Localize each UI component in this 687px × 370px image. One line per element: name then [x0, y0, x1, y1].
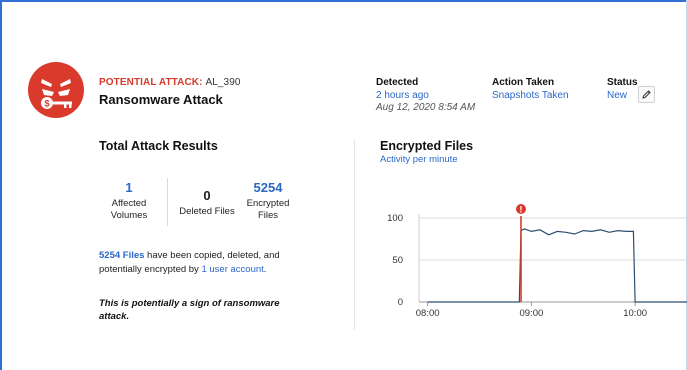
chart-subtitle: Activity per minute [380, 154, 458, 165]
edit-status-button[interactable] [638, 86, 655, 103]
pencil-icon [642, 90, 651, 99]
stat-value: 0 [203, 188, 211, 203]
encrypted-files-chart: 0 50 100 08:00 09:00 10:00! [378, 196, 687, 336]
detected-date: Aug 12, 2020 8:54 AM [376, 102, 476, 113]
series-line [427, 228, 687, 303]
alert-title: Ransomware Attack [99, 92, 223, 107]
status-label: Status [607, 77, 638, 88]
x-tick-label: 10:00 [623, 308, 647, 319]
alert-marker-glyph: ! [519, 205, 522, 216]
detected-label: Detected [376, 77, 419, 88]
summary-end: . [263, 264, 267, 275]
stat-affected-volumes[interactable]: 1 Affected Volumes [102, 180, 156, 222]
x-tick-label: 08:00 [416, 308, 440, 319]
detected-block: Detected 2 hours ago Aug 12, 2020 8:54 A… [376, 77, 475, 114]
alert-id-line: POTENTIAL ATTACK: AL_390 [99, 77, 241, 88]
files-link[interactable]: 5254 Files [99, 250, 144, 261]
stat-label: Deleted Files [179, 206, 235, 217]
results-title: Total Attack Results [99, 139, 218, 153]
action-value: Snapshots Taken [492, 90, 569, 101]
y-tick-label: 50 [392, 255, 403, 266]
section-divider [354, 140, 355, 330]
action-label: Action Taken [492, 77, 555, 88]
user-account-link[interactable]: 1 user account [201, 264, 263, 275]
x-tick-label: 09:00 [519, 308, 543, 319]
chart-svg: 0 50 100 08:00 09:00 10:00! [387, 204, 687, 319]
stat-divider [167, 178, 168, 226]
detected-relative: 2 hours ago [376, 90, 429, 101]
action-block: Action Taken Snapshots Taken [492, 77, 569, 102]
y-tick-label: 0 [398, 297, 403, 308]
alert-id: AL_390 [205, 77, 241, 88]
stat-value: 5254 [253, 180, 283, 195]
results-summary: 5254 Files have been copied, deleted, an… [99, 249, 304, 277]
status-value: New [607, 90, 628, 101]
y-tick-label: 100 [387, 213, 403, 224]
stat-label: Files [257, 210, 279, 221]
stat-deleted-files: 0 Deleted Files [175, 188, 239, 218]
stat-value: 1 [125, 180, 133, 195]
svg-text:$: $ [44, 99, 49, 109]
status-block: Status New [607, 77, 638, 102]
stat-label: Volumes [110, 210, 148, 221]
stat-encrypted-files[interactable]: 5254 Encrypted Files [240, 180, 296, 222]
alert-prefix: POTENTIAL ATTACK: [99, 77, 203, 88]
ransomware-avatar-icon: $ [28, 62, 84, 118]
stat-label: Encrypted [246, 198, 290, 209]
stat-label: Affected [111, 198, 147, 209]
ransomware-note: This is potentially a sign of ransomware… [99, 298, 280, 322]
chart-title: Encrypted Files [380, 139, 474, 153]
